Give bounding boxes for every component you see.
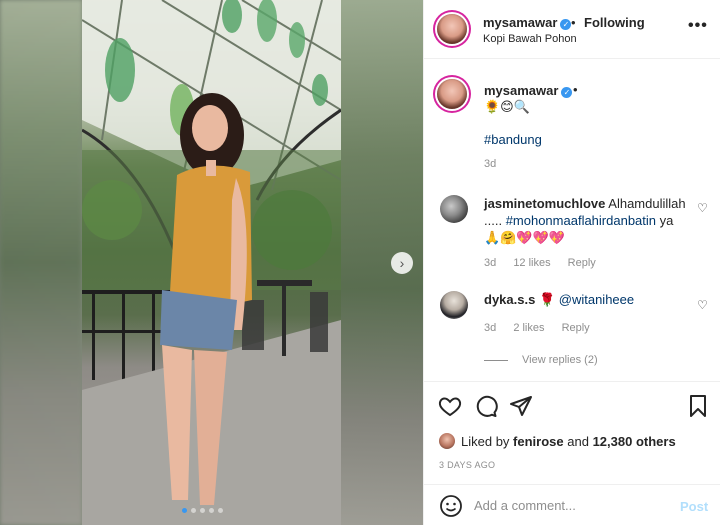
commenter-username[interactable]: jasminetomuchlove <box>484 196 605 211</box>
comment-meta: 3d 2 likes Reply <box>484 322 590 334</box>
caption-username-row: mysamawar ✓ <box>484 83 573 98</box>
comment-time: 3d <box>484 257 497 269</box>
likes-middle: and <box>567 433 589 449</box>
bookmark-icon[interactable] <box>686 394 710 418</box>
caption-username[interactable]: mysamawar <box>484 83 558 98</box>
post-actions: Liked by fenirose and 12,380 others 3 DA… <box>424 381 720 481</box>
carousel-dot <box>191 508 196 513</box>
blurred-background-left <box>0 0 82 525</box>
comment-like-heart-icon[interactable]: ♡ <box>697 201 708 215</box>
view-replies-label: View replies (2) <box>522 354 598 366</box>
header-separator: • <box>571 15 576 30</box>
next-photo-button[interactable]: › <box>391 252 413 274</box>
comment-text: jasminetomuchlove Alhamdulillah ..... #m… <box>484 195 694 246</box>
reply-button[interactable]: Reply <box>568 257 596 269</box>
post-date[interactable]: 3 DAYS AGO <box>439 460 495 470</box>
comment-mention[interactable]: @witaniheee <box>559 292 634 307</box>
caption-hashtag[interactable]: #bandung <box>484 132 542 147</box>
comments-section: mysamawar ✓ • 🌻😊🔍 #bandung 3d jasminetomu… <box>424 60 720 380</box>
comment-likes[interactable]: 12 likes <box>513 257 550 269</box>
comment-hashtag[interactable]: #mohonmaaflahirdanbatin <box>506 213 656 228</box>
post-location[interactable]: Kopi Bawah Pohon <box>483 33 577 45</box>
liker-avatar[interactable] <box>439 433 455 449</box>
comment-likes[interactable]: 2 likes <box>513 322 544 334</box>
more-horizontal-icon[interactable]: ••• <box>688 17 708 35</box>
comment-text: dyka.s.s 🌹 @witaniheee <box>484 292 634 308</box>
comment-like-heart-icon[interactable]: ♡ <box>697 298 708 312</box>
commenter-username[interactable]: dyka.s.s <box>484 292 535 307</box>
following-button[interactable]: Following <box>584 15 645 30</box>
comment-emojis: 🙏🤗💖💖💖 <box>484 230 565 245</box>
comment-input[interactable] <box>474 498 664 513</box>
comment-icon[interactable] <box>474 394 498 418</box>
chevron-right-icon: › <box>399 255 405 271</box>
photo-illustration <box>82 0 341 525</box>
post-photo[interactable] <box>82 0 341 525</box>
heart-icon[interactable] <box>438 394 462 418</box>
likes-prefix: Liked by <box>461 433 510 449</box>
caption-timestamp: 3d <box>484 158 497 170</box>
post-media: › <box>0 0 423 525</box>
comment-time: 3d <box>484 322 497 334</box>
caption-emojis: 🌻😊🔍 <box>484 99 530 114</box>
verified-badge-icon: ✓ <box>560 19 572 30</box>
caption-separator: • <box>573 82 578 97</box>
carousel-indicator <box>182 508 223 513</box>
comment-body-end: ya <box>659 213 674 228</box>
comment-emoji: 🌹 <box>538 292 556 307</box>
caption-avatar[interactable] <box>437 79 467 109</box>
likes-summary: Liked by fenirose and 12,380 others <box>439 433 676 449</box>
add-comment-bar: Post <box>424 484 720 525</box>
carousel-dot-active <box>182 508 187 513</box>
carousel-dot <box>200 508 205 513</box>
author-username-row: mysamawar ✓ <box>483 15 572 30</box>
commenter-avatar[interactable] <box>440 195 468 223</box>
author-avatar[interactable] <box>437 14 467 44</box>
post-modal: › mysamawar ✓ • Following Kopi Bawah Poho… <box>0 0 720 525</box>
post-header: mysamawar ✓ • Following Kopi Bawah Pohon … <box>424 0 720 59</box>
commenter-avatar[interactable] <box>440 291 468 319</box>
carousel-dot <box>209 508 214 513</box>
verified-badge-icon: ✓ <box>561 87 573 98</box>
reply-button[interactable]: Reply <box>562 322 590 334</box>
comment-meta: 3d 12 likes Reply <box>484 257 596 269</box>
liker-username[interactable]: fenirose <box>513 434 564 449</box>
share-icon[interactable] <box>509 394 533 418</box>
post-side-panel: mysamawar ✓ • Following Kopi Bawah Pohon … <box>423 0 720 525</box>
view-replies-button[interactable]: View replies (2) <box>484 354 598 366</box>
emoji-picker-icon[interactable] <box>439 494 463 518</box>
author-username[interactable]: mysamawar <box>483 15 557 30</box>
post-comment-button[interactable]: Post <box>680 499 708 514</box>
likes-count[interactable]: 12,380 others <box>593 434 676 449</box>
replies-divider <box>484 359 508 361</box>
carousel-dot <box>218 508 223 513</box>
